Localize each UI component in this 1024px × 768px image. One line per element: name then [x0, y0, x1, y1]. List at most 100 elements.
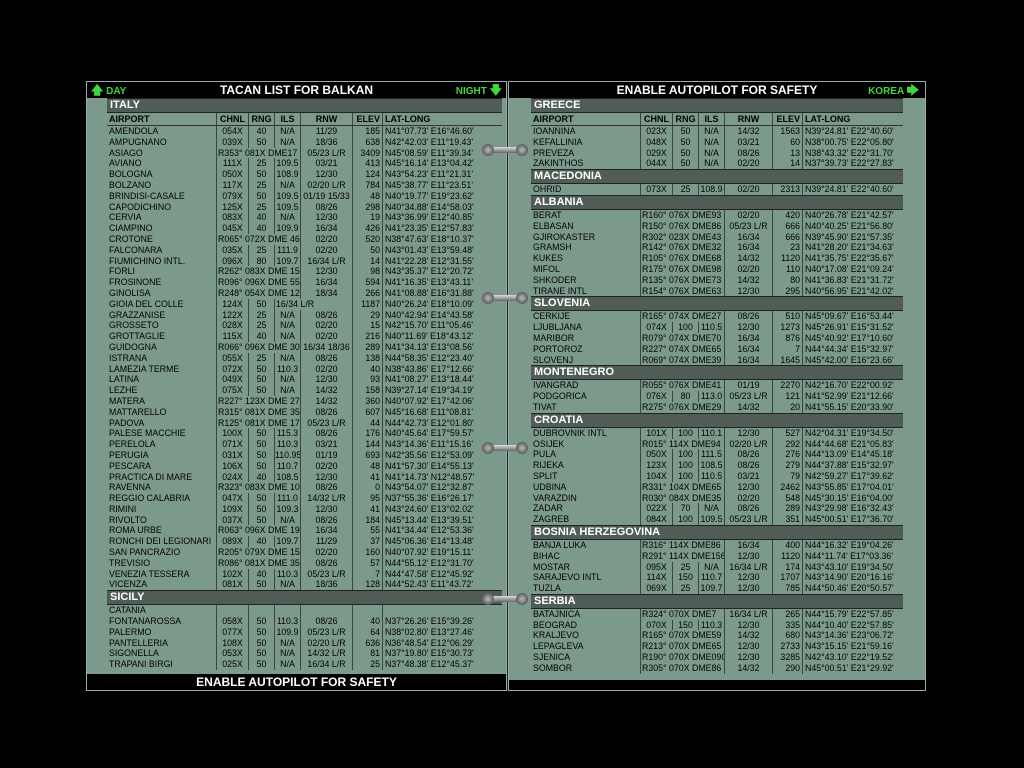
column-header-channel: CHNL [641, 113, 673, 125]
lat-long-cell: N44°55.12' E12°31.70' [385, 557, 474, 568]
airport-cell: LATINA [107, 374, 217, 386]
ils-cell: 109.7 [275, 255, 301, 267]
lat-long-cell: N37°26.26' E15°39.26' [385, 616, 474, 627]
lat-long-cell: N44°52.43' E11°43.72' [385, 579, 474, 590]
airport-cell: TIRANE INTL [531, 285, 641, 297]
range-cell: 80 [249, 255, 275, 267]
elevation-cell: 37 [353, 536, 383, 548]
column-header-channel: CHNL [217, 113, 249, 125]
elevation-cell: 2462 [773, 481, 803, 493]
ils-cell: N/A [275, 385, 301, 396]
ils-cell: 110.5 [699, 322, 725, 333]
table-row: ZADAR 022X 70 N/A 08/26 289 N43°29.98' E16°32.… [531, 503, 903, 515]
channel-cell: 096X [217, 255, 249, 267]
elevation-cell: 55 [353, 525, 383, 537]
lat-long-cell: N45°16.68' E11°08.81' [385, 406, 474, 417]
airport-cell: MOSTAR [531, 561, 641, 573]
airport-cell: IVANGRAD [531, 380, 641, 392]
airport-cell: TUZLA [531, 583, 641, 594]
runway-cell: 12/30 [301, 503, 353, 515]
range-cell: 70 [673, 503, 699, 515]
lat-long-cell: N41°35.75' E22°35.67' [805, 253, 894, 264]
ils-cell: 108.5 [275, 471, 301, 483]
channel-cell: R175° 076X DME98 [641, 263, 725, 275]
runway-cell: 12/30 [725, 583, 773, 594]
lat-long-cell: N41°55.15' E20°33.90' [805, 401, 894, 412]
lat-long-cell: N37°19.80' E15°30.73' [385, 648, 474, 659]
elevation-cell: 3409 [353, 147, 383, 159]
elevation-cell: 607 [353, 406, 383, 418]
table-row: GROSSETO 028X 25 N/A 02/20 15 N42°15.70' E11°0… [107, 320, 502, 332]
lat-long-cell: N44°16.32' E19°04.26' [805, 539, 894, 550]
lat-long-cell: N43°36.99' E12°40.85' [385, 212, 474, 223]
lat-long-cell: N45°09.67' E16°53.44' [805, 311, 894, 322]
airport-cell: ZAKINTHOS [531, 158, 641, 170]
country-header: GREECE [531, 98, 903, 113]
range-cell: 25 [249, 158, 275, 170]
table-row: FONTANAROSSA 058X 50 110.3 08/26 40 N37°26.26'… [107, 616, 502, 627]
lat-long-cell: N44°50.46' E20°50.57' [805, 583, 894, 594]
elevation-cell: 57 [353, 557, 383, 569]
elevation-cell: 98 [353, 266, 383, 278]
elevation-cell: 527 [773, 427, 803, 439]
country-section: ITALY AIRPORT CHNL RNG ILS RNW ELEV LAT-LONG AME… [107, 98, 502, 591]
lat-long-cell: N41°28.20' E21°34.63' [805, 242, 894, 253]
channel-cell: R302° 023X DME43 [641, 231, 725, 243]
channel-cell: R086° 081X DME 35 [218, 557, 301, 569]
lat-long-cell: N43°15.15' E21°59.16' [805, 641, 894, 652]
airport-cell: KUKES [531, 253, 641, 264]
range-cell: 25 [249, 352, 275, 364]
channel-cell: 076X [641, 391, 673, 402]
lat-long-cell: N43°43.10' E19°34.50' [805, 561, 894, 572]
range-cell: 40 [249, 568, 275, 580]
table-row: TRAPANI BIRGI 025X 50 N/A 16/34 L/R 25 N37°48.… [107, 659, 502, 671]
runway-cell: 02/20 [725, 263, 773, 275]
elevation-cell [353, 605, 383, 617]
airport-cell: REGGIO CALABRIA [107, 493, 217, 504]
airport-cell: VARAZDIN [531, 492, 641, 504]
ils-cell: 109.3 [275, 503, 301, 515]
left-tacan-table: ITALY AIRPORT CHNL RNG ILS RNW ELEV LAT-LONG AME… [107, 98, 502, 674]
right-top-bar: ENABLE AUTOPILOT FOR SAFETY KOREA 🡆 [509, 82, 925, 98]
elevation-cell: 548 [773, 492, 803, 504]
runway-cell: 02/20 [301, 331, 353, 342]
lat-long-cell: N40°42.94' E14°43.58' [385, 309, 474, 320]
channel-cell: R065° 072X DME 46 [218, 233, 301, 245]
country-section: MACEDONIA OHRID 073X 25 108.9 02/20 2313 N39°24… [531, 169, 903, 195]
lat-long-cell: N40°11.69' E18°43.12' [385, 331, 474, 342]
lat-long-cell: N41°23.35' E12°57.83' [385, 223, 474, 234]
runway-cell: 16/34 [725, 242, 773, 254]
table-row: TREVISIO R086° 081X DME 35 08/26 57 N44°55.1… [107, 557, 502, 569]
channel-cell: 055X [217, 352, 249, 364]
elevation-cell: 13 [773, 147, 803, 159]
elevation-cell: 19 [353, 212, 383, 224]
arrow-right-icon: 🡆 [906, 83, 919, 97]
channel-cell: 022X [641, 503, 673, 515]
runway-cell: 08/26 [301, 352, 353, 364]
elevation-cell: 48 [353, 460, 383, 472]
airport-cell: VENEZIA TESSERA [107, 568, 217, 580]
airport-cell: KEFALLINIA [531, 136, 641, 148]
table-row: OSIJEK R015° 114X DME94 02/20 L/R 292 N44°44… [531, 438, 903, 450]
channel-cell: R315° 081X DME 35 [218, 406, 301, 418]
runway-cell: 12/30 [725, 641, 773, 653]
elevation-cell: 60 [773, 136, 803, 148]
elevation-cell: 93 [353, 374, 383, 386]
range-cell: 50 [249, 659, 275, 671]
range-cell: 40 [249, 126, 275, 137]
binder-ring [482, 593, 528, 605]
ils-cell: 109.5 [275, 201, 301, 213]
table-row: LATINA 049X 50 N/A 12/30 93 N41°08.27' E13°18.… [107, 374, 502, 386]
lat-long-cell: N42°43.10' E22°19.52' [805, 652, 894, 663]
airport-cell: PORTOROZ [531, 343, 641, 355]
channel-cell: 025X [217, 659, 249, 671]
airport-cell: PALESE MACCHIE [107, 428, 217, 440]
table-row: GUIDOGNA R066° 096X DME 30 16/34 18/36 289 N… [107, 341, 502, 353]
ils-cell: 110.5 [699, 470, 725, 482]
channel-cell: R165° 070X DME59 [641, 630, 725, 642]
runway-cell: 18/36 [301, 579, 353, 591]
runway-cell: 16/34 L/R [725, 561, 773, 573]
lat-long-cell: N44°13.09' E14°45.18' [805, 449, 894, 460]
lat-long-cell: N45°40.92' E17°10.60' [805, 332, 894, 343]
elevation-cell: 216 [353, 331, 383, 342]
